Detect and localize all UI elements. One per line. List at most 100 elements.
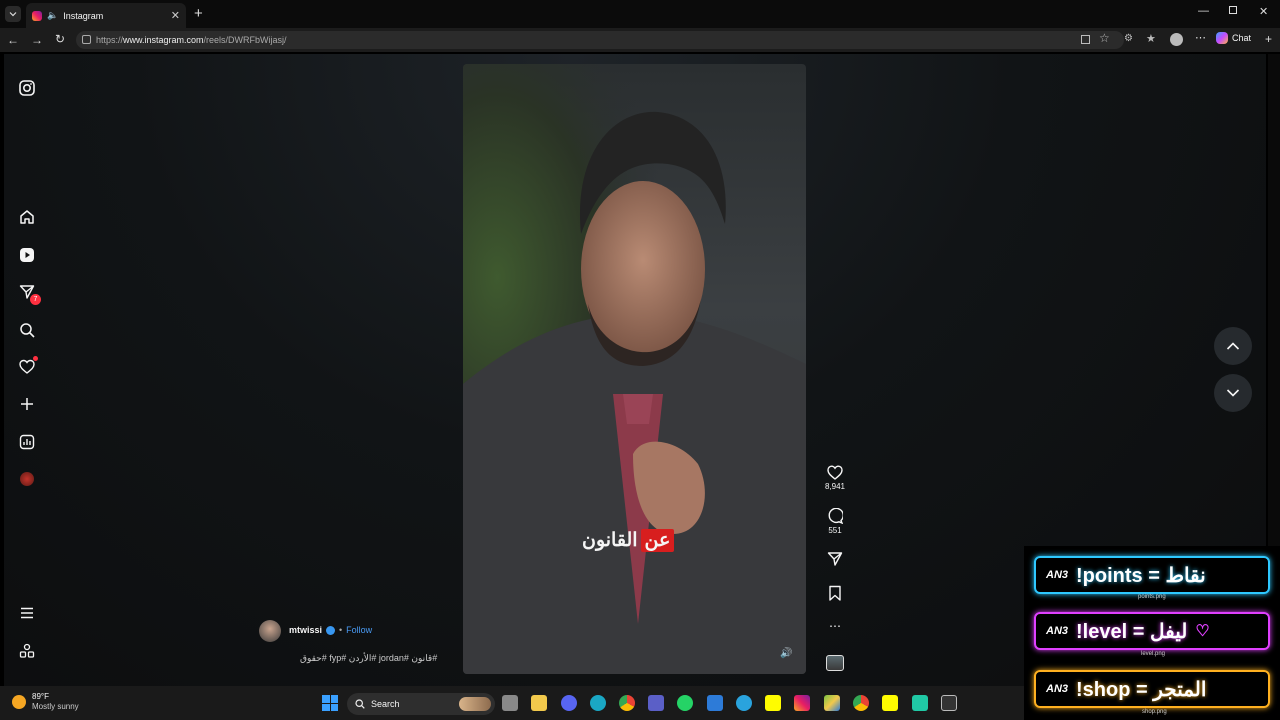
copilot-chat-button[interactable]: Chat: [1216, 32, 1251, 44]
extensions-icon[interactable]: ⚙: [1124, 33, 1133, 44]
caption-highlight: عن: [640, 528, 675, 552]
overlay-level-row: AN3 !level = ليفل ♡: [1034, 612, 1270, 650]
mute-toggle-icon[interactable]: 🔊: [780, 648, 792, 659]
reel-video[interactable]: [463, 64, 806, 674]
start-button[interactable]: [322, 695, 338, 711]
app-available-icon[interactable]: [1081, 35, 1090, 44]
snapchat-web-icon[interactable]: [882, 695, 898, 711]
comment-icon: [828, 508, 843, 524]
follow-button[interactable]: Follow: [346, 625, 372, 635]
bluestacks-icon[interactable]: [824, 695, 840, 711]
unread-dot: [33, 356, 38, 361]
heart-icon: [827, 465, 843, 480]
browser-tab[interactable]: 🔈 Instagram ✕: [26, 3, 186, 28]
more-menu-icon[interactable]: ⋯: [1195, 31, 1206, 44]
previous-reel-button[interactable]: [1214, 327, 1252, 365]
profile-avatar-icon[interactable]: [17, 469, 37, 489]
chevron-down-icon: [9, 12, 17, 17]
author-username[interactable]: mtwissi: [289, 625, 322, 635]
teams-icon[interactable]: [648, 695, 664, 711]
defender-icon[interactable]: [707, 695, 723, 711]
heart-outline-icon: ♡: [1195, 623, 1210, 640]
sun-icon: [12, 695, 26, 709]
minimize-button[interactable]: —: [1198, 5, 1209, 17]
next-reel-button[interactable]: [1214, 374, 1252, 412]
caption-text: القانون: [582, 529, 638, 551]
reel-hashtags[interactable]: #قانون #jordan #الأردن #fyp #حقوق: [300, 653, 437, 664]
snapchat-icon[interactable]: [765, 695, 781, 711]
capcut-icon[interactable]: [912, 695, 928, 711]
search-icon: [355, 699, 365, 709]
favorite-star-icon[interactable]: ☆: [1099, 31, 1110, 45]
notification-badge: 7: [30, 294, 41, 305]
messages-icon[interactable]: 7: [17, 282, 41, 305]
speaker-icon[interactable]: 🔈: [47, 10, 58, 21]
overlay-shop-row: AN3 !shop = المتجر: [1034, 670, 1270, 708]
chrome-icon[interactable]: [619, 695, 635, 711]
audio-thumbnail[interactable]: [826, 655, 844, 671]
also-from-meta-icon[interactable]: [17, 641, 37, 661]
sidebar-plus-icon[interactable]: +: [1265, 32, 1272, 46]
instagram-favicon-icon: [32, 10, 42, 21]
reel-frame-image: [463, 64, 806, 674]
site-info-icon[interactable]: [82, 35, 91, 44]
an3-logo-icon: AN3: [1046, 569, 1069, 581]
telegram-icon[interactable]: [736, 695, 752, 711]
comment-count: 551: [828, 526, 842, 535]
save-action[interactable]: [820, 585, 850, 601]
reel-caption-overlay: عن القانون: [582, 526, 675, 554]
reels-icon[interactable]: [17, 245, 37, 265]
collections-icon[interactable]: ★: [1146, 32, 1156, 45]
menu-hamburger-icon[interactable]: [17, 603, 37, 623]
notifications-heart-icon[interactable]: [17, 356, 38, 377]
new-tab-button[interactable]: +: [194, 5, 203, 22]
task-view-icon[interactable]: [502, 695, 518, 711]
an3-logo-icon: AN3: [1046, 625, 1069, 637]
dashboard-icon[interactable]: [17, 432, 37, 452]
address-bar[interactable]: https://www.instagram.com/reels/DWRFbWij…: [76, 31, 1124, 49]
profile-avatar[interactable]: [1170, 33, 1183, 46]
chevron-down-icon: [1226, 389, 1240, 397]
comment-action[interactable]: 551: [820, 508, 850, 535]
overlay-points-row: AN3 !points = نقاط: [1034, 556, 1270, 594]
overlay-level-label: !level = ليفل: [1076, 620, 1188, 643]
overlay-shop-label: !shop = المتجر: [1076, 678, 1207, 701]
bookmark-icon: [829, 585, 841, 601]
close-tab-icon[interactable]: ✕: [171, 9, 180, 22]
author-avatar[interactable]: [259, 620, 281, 642]
like-count: 8,941: [824, 482, 846, 491]
weather-widget[interactable]: 89°F Mostly sunny: [12, 692, 79, 712]
overlay-level-file: level.png: [1141, 651, 1166, 657]
weather-condition: Mostly sunny: [32, 702, 79, 711]
epic-games-icon[interactable]: [941, 695, 957, 711]
like-action[interactable]: 8,941: [820, 465, 850, 491]
refresh-icon[interactable]: ↻: [55, 32, 65, 46]
more-options-icon[interactable]: ⋯: [820, 619, 850, 633]
chat-label: Chat: [1232, 33, 1252, 43]
share-icon: [827, 552, 843, 566]
instagram-app-icon[interactable]: [794, 695, 810, 711]
chevron-up-icon: [1226, 342, 1240, 350]
instagram-logo-icon[interactable]: [17, 78, 37, 98]
separator-dot: •: [339, 625, 343, 635]
discord-icon[interactable]: [561, 695, 577, 711]
browser-tab-strip: 🔈 Instagram ✕ + — ✕: [0, 0, 1280, 28]
overlay-shop-file: shop.png: [1142, 709, 1167, 715]
forward-arrow-icon[interactable]: →: [31, 33, 43, 47]
file-explorer-icon[interactable]: [531, 695, 547, 711]
tab-actions-button[interactable]: [5, 6, 21, 22]
home-icon[interactable]: [17, 207, 37, 227]
back-arrow-icon[interactable]: ←: [7, 33, 19, 47]
chrome-profile-icon[interactable]: [853, 695, 869, 711]
edge-icon[interactable]: [590, 695, 606, 711]
taskbar-search[interactable]: Search: [347, 693, 495, 715]
an3-logo-icon: AN3: [1046, 683, 1069, 695]
weather-temperature: 89°F: [32, 692, 49, 701]
maximize-button[interactable]: [1229, 6, 1237, 14]
close-window-button[interactable]: ✕: [1259, 5, 1268, 18]
create-plus-icon[interactable]: [17, 394, 37, 414]
search-icon[interactable]: [17, 320, 37, 340]
verified-badge-icon: [326, 625, 336, 635]
share-action[interactable]: [820, 551, 850, 567]
whatsapp-icon[interactable]: [677, 695, 693, 711]
